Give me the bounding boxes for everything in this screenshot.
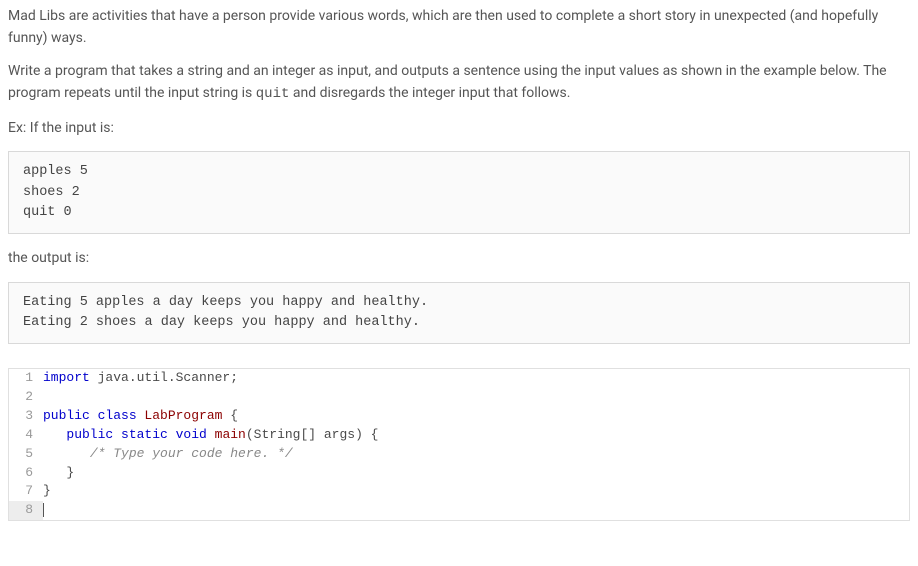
code-line: 6 } — [9, 464, 909, 483]
output-label: the output is: — [8, 248, 910, 270]
code-content[interactable]: } — [43, 482, 909, 501]
code-line: 1import java.util.Scanner; — [9, 369, 909, 388]
code-editor[interactable]: 1import java.util.Scanner;23public class… — [8, 368, 910, 521]
intro-paragraph-2: Write a program that takes a string and … — [8, 61, 910, 105]
code-content[interactable] — [43, 501, 909, 520]
code-content[interactable]: /* Type your code here. */ — [43, 445, 909, 464]
line-number: 2 — [9, 388, 43, 407]
code-content[interactable]: public static void main(String[] args) { — [43, 426, 909, 445]
code-line: 5 /* Type your code here. */ — [9, 445, 909, 464]
cursor — [43, 503, 44, 517]
code-line: 7} — [9, 482, 909, 501]
code-content[interactable]: public class LabProgram { — [43, 407, 909, 426]
inline-code-quit: quit — [256, 86, 290, 102]
code-line: 2 — [9, 388, 909, 407]
line-number: 3 — [9, 407, 43, 426]
line-number: 1 — [9, 369, 43, 388]
line-number: 8 — [9, 501, 43, 520]
intro-paragraph-1: Mad Libs are activities that have a pers… — [8, 6, 910, 49]
line-number: 7 — [9, 482, 43, 501]
line-number: 5 — [9, 445, 43, 464]
example-input-block: apples 5 shoes 2 quit 0 — [8, 151, 910, 234]
line-number: 6 — [9, 464, 43, 483]
code-content[interactable] — [43, 388, 909, 407]
line-number: 4 — [9, 426, 43, 445]
intro-p2-b: and disregards the integer input that fo… — [289, 85, 570, 101]
code-line: 3public class LabProgram { — [9, 407, 909, 426]
code-content[interactable]: import java.util.Scanner; — [43, 369, 909, 388]
code-line: 8 — [9, 501, 909, 520]
code-content[interactable]: } — [43, 464, 909, 483]
code-line: 4 public static void main(String[] args)… — [9, 426, 909, 445]
example-output-block: Eating 5 apples a day keeps you happy an… — [8, 282, 910, 345]
example-label: Ex: If the input is: — [8, 118, 910, 140]
